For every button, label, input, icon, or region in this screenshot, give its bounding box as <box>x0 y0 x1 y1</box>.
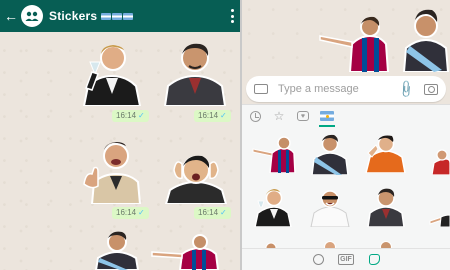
argentina-pack-icon <box>320 111 334 121</box>
chat-screen: ← Stickers 16:14 ✓ 16:14 ✓ 16:14 ✓ 16:14… <box>0 0 240 270</box>
chat-title[interactable]: Stickers <box>49 9 97 23</box>
sticker-picker-screen: Type a message 📎 ☆ ♥ GIF <box>242 0 450 270</box>
delivered-check-icon: ✓ <box>220 208 227 217</box>
tab-heart-pack[interactable]: ♥ <box>292 105 314 127</box>
footballer-pointing-sticker <box>252 136 296 173</box>
sticker-thumb[interactable] <box>366 185 406 227</box>
delivered-check-icon: ✓ <box>220 111 227 120</box>
camera-icon[interactable] <box>424 83 438 95</box>
tab-recent[interactable] <box>244 105 266 127</box>
man-pointing-sticker <box>429 214 450 227</box>
man-with-sash-sticker <box>311 134 349 175</box>
sticker-thumb[interactable] <box>432 149 450 175</box>
time-label: 16:14 <box>198 208 219 217</box>
time-label: 16:14 <box>116 111 137 120</box>
man-in-red-sticker <box>432 149 450 175</box>
chat-avatar[interactable] <box>21 5 43 27</box>
delivered-check-icon: ✓ <box>138 208 145 217</box>
more-options-icon[interactable] <box>230 9 234 23</box>
sticker-thumb[interactable] <box>428 203 450 227</box>
back-arrow-icon[interactable]: ← <box>3 0 19 32</box>
sticker-message[interactable] <box>318 14 390 72</box>
sticker-message[interactable] <box>150 234 226 270</box>
sticker-message[interactable] <box>162 150 230 204</box>
message-time: 16:14 ✓ <box>194 110 231 122</box>
sticker-message[interactable] <box>80 134 148 204</box>
sticker-message[interactable] <box>402 8 450 72</box>
sticker-thumb[interactable] <box>252 135 296 173</box>
man-with-sash-sticker <box>94 231 140 270</box>
message-composer[interactable]: Type a message 📎 <box>246 76 446 102</box>
man-in-orange-sticker <box>365 135 406 173</box>
group-avatar-icon <box>25 11 39 21</box>
sticker-message[interactable] <box>94 230 140 270</box>
sticker-thumb[interactable] <box>310 133 350 175</box>
gif-icon: GIF <box>338 254 354 265</box>
message-time: 16:14 ✓ <box>112 110 149 122</box>
message-time: 16:14 ✓ <box>112 207 149 219</box>
argentina-flag-icon <box>123 12 134 20</box>
man-raising-glass-sticker <box>82 45 142 106</box>
recent-icon <box>249 110 261 122</box>
chat-header: ← Stickers <box>0 0 240 32</box>
sticker-panel: ☆ ♥ GIF <box>242 104 450 270</box>
argentina-flag-icon <box>101 12 112 20</box>
sticker-message[interactable] <box>78 36 146 106</box>
panel-bottom-bar: GIF <box>242 248 450 270</box>
message-input[interactable]: Type a message <box>278 83 399 95</box>
tab-favorites[interactable]: ☆ <box>268 105 290 127</box>
man-in-suit-sad-sticker <box>367 188 405 227</box>
delivered-check-icon: ✓ <box>138 111 145 120</box>
man-in-suit-sad-sticker <box>163 43 227 106</box>
time-label: 16:14 <box>198 111 219 120</box>
sticker-thumb[interactable] <box>364 133 406 173</box>
man-with-sash-sticker <box>402 9 450 72</box>
footballer-pointing-sticker <box>151 234 220 270</box>
attach-icon[interactable]: 📎 <box>396 79 416 99</box>
man-raising-glass-sticker <box>254 189 292 227</box>
title-flags <box>101 12 134 20</box>
sticker-tabs: ☆ ♥ <box>242 105 450 127</box>
message-time: 16:14 ✓ <box>194 207 231 219</box>
gif-button[interactable]: GIF <box>337 252 355 268</box>
star-icon: ☆ <box>273 109 285 123</box>
emoji-icon <box>312 254 324 265</box>
keyboard-icon[interactable] <box>254 84 268 94</box>
time-label: 16:14 <box>116 208 137 217</box>
footballer-pointing-sticker <box>319 16 390 72</box>
sticker-thumb[interactable] <box>308 187 352 227</box>
man-surprised-sticker <box>164 155 228 204</box>
heart-pack-icon: ♥ <box>297 111 309 121</box>
man-laughing-sticker <box>310 190 350 227</box>
sticker-button[interactable] <box>365 252 383 268</box>
argentina-flag-icon <box>112 12 123 20</box>
tab-argentina-pack[interactable] <box>316 105 338 127</box>
sticker-message[interactable] <box>162 34 228 106</box>
sticker-thumb[interactable] <box>252 185 294 227</box>
emoji-button[interactable] <box>309 252 327 268</box>
sticker-grid <box>242 127 450 251</box>
man-thumbs-up-sticker <box>83 142 142 204</box>
sticker-icon <box>368 254 380 265</box>
